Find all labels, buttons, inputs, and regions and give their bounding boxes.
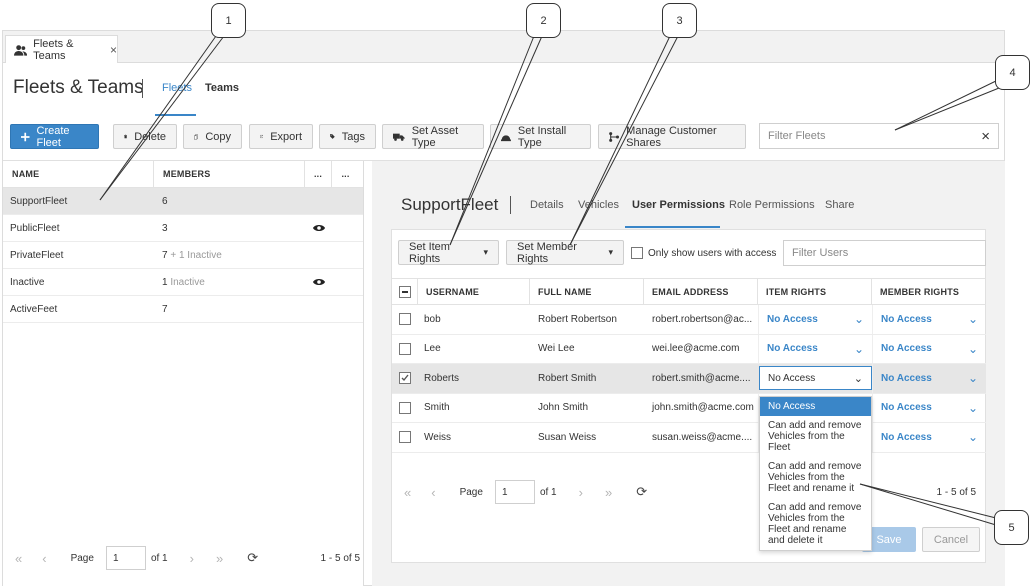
callout-1: 1: [211, 3, 246, 38]
callout-3: 3: [662, 3, 697, 38]
callout-2: 2: [526, 3, 561, 38]
callout-4: 4: [995, 55, 1030, 90]
callout-lines: [99, 35, 1005, 526]
callout-5: 5: [994, 510, 1029, 545]
